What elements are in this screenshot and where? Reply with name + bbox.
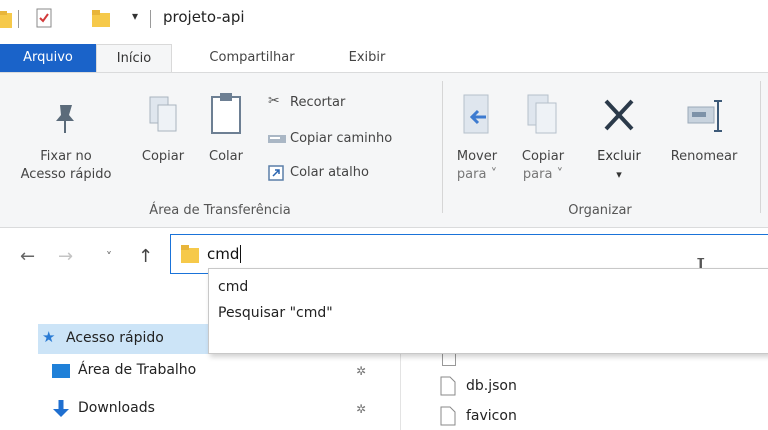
clipboard-group-label: Área de Transferência — [149, 203, 291, 218]
pin-quick-access-button[interactable]: Fixar no Acesso rápido — [4, 87, 128, 191]
tab-exibir[interactable]: Exibir — [336, 44, 398, 72]
title-bar: ▾ projeto-api — [0, 0, 768, 38]
address-input-value[interactable]: cmd — [207, 245, 242, 263]
move-to-icon — [463, 94, 489, 134]
pin-icon: ✲ — [356, 364, 367, 378]
nav-item-label: Área de Trabalho — [78, 362, 197, 378]
copy-to-label-line1: Copiar — [521, 149, 565, 164]
file-name: db.json — [466, 378, 517, 394]
desktop-icon — [52, 364, 70, 378]
toolbar-separator — [18, 10, 19, 28]
up-button[interactable]: ↑ — [138, 246, 153, 267]
paste-button[interactable]: Colar — [198, 87, 254, 167]
file-icon — [442, 354, 456, 366]
pin-label-line1: Fixar no — [40, 149, 92, 164]
nav-item-label: Downloads — [78, 400, 155, 416]
folder-icon — [0, 11, 12, 28]
copy-path-icon — [268, 135, 286, 143]
copy-button[interactable]: Copiar — [134, 87, 192, 167]
delete-label: Excluir — [597, 149, 641, 164]
nav-item-acesso-rapido[interactable]: ★ Acesso rápido — [42, 328, 212, 350]
back-button[interactable]: ← — [20, 246, 35, 267]
delete-dropdown-icon[interactable]: ▾ — [588, 167, 650, 183]
nav-item-label: Acesso rápido — [66, 330, 164, 346]
organize-group-label: Organizar — [568, 203, 632, 218]
delete-button[interactable]: Excluir ▾ — [588, 87, 650, 191]
download-arrow-icon — [53, 400, 69, 417]
tab-inicio[interactable]: Início — [96, 44, 172, 72]
paste-label: Colar — [209, 149, 243, 164]
paste-icon — [211, 93, 241, 134]
scissors-icon: ✂ — [268, 93, 280, 109]
copy-path-button[interactable]: Copiar caminho — [266, 127, 436, 151]
autocomplete-item[interactable]: Pesquisar "cmd" — [218, 305, 333, 321]
customize-quick-access-icon[interactable]: ▾ — [132, 9, 138, 23]
nav-item-area-de-trabalho[interactable]: Área de Trabalho ✲ — [52, 360, 382, 382]
move-to-label-line1: Mover — [456, 149, 498, 164]
rename-icon — [687, 100, 722, 132]
pin-label-line2: Acesso rápido — [20, 167, 112, 182]
ribbon-tabs: Arquivo Início Compartilhar Exibir — [0, 44, 768, 72]
ribbon: Fixar no Acesso rápido Copiar Colar ✂ Re… — [0, 72, 768, 228]
group-separator — [760, 81, 761, 213]
paste-shortcut-label: Colar atalho — [290, 165, 369, 180]
star-icon: ★ — [42, 328, 56, 346]
autocomplete-item[interactable]: cmd — [218, 279, 248, 295]
file-icon — [440, 406, 456, 426]
copy-icon — [149, 96, 177, 132]
delete-icon — [604, 99, 634, 131]
group-separator — [442, 81, 443, 213]
folder-icon — [181, 245, 199, 263]
autocomplete-dropdown: cmd Pesquisar "cmd" — [208, 268, 768, 354]
copy-to-icon — [527, 94, 557, 134]
paste-shortcut-button[interactable]: Colar atalho — [266, 161, 416, 185]
forward-button[interactable]: → — [58, 246, 73, 267]
copy-to-label-line2: para ˅ — [522, 167, 564, 182]
copy-path-label: Copiar caminho — [290, 131, 393, 146]
cut-label: Recortar — [290, 95, 346, 110]
pin-icon — [56, 105, 74, 133]
file-icon — [440, 376, 456, 396]
tab-arquivo[interactable]: Arquivo — [0, 44, 96, 72]
copy-label: Copiar — [141, 149, 185, 164]
move-to-button[interactable]: Mover para ˅ — [448, 87, 506, 191]
file-name: favicon — [466, 408, 517, 424]
move-to-label-line2: para ˅ — [456, 167, 498, 182]
pin-icon: ✲ — [356, 402, 367, 416]
rename-button[interactable]: Renomear — [660, 87, 748, 167]
file-item-favicon[interactable]: favicon — [440, 406, 640, 430]
copy-to-button[interactable]: Copiar para ˅ — [512, 87, 574, 191]
rename-label: Renomear — [670, 149, 738, 164]
window-title: projeto-api — [163, 8, 245, 26]
new-folder-icon[interactable] — [92, 8, 110, 28]
paste-shortcut-icon — [268, 165, 284, 181]
file-item-db-json[interactable]: db.json — [440, 376, 640, 400]
tab-compartilhar[interactable]: Compartilhar — [190, 44, 314, 72]
recent-locations-button[interactable]: ˅ — [106, 250, 112, 264]
toolbar-separator — [150, 10, 151, 28]
cut-button[interactable]: ✂ Recortar — [266, 91, 416, 115]
properties-icon[interactable] — [36, 8, 52, 28]
nav-item-downloads[interactable]: Downloads ✲ — [52, 398, 382, 420]
